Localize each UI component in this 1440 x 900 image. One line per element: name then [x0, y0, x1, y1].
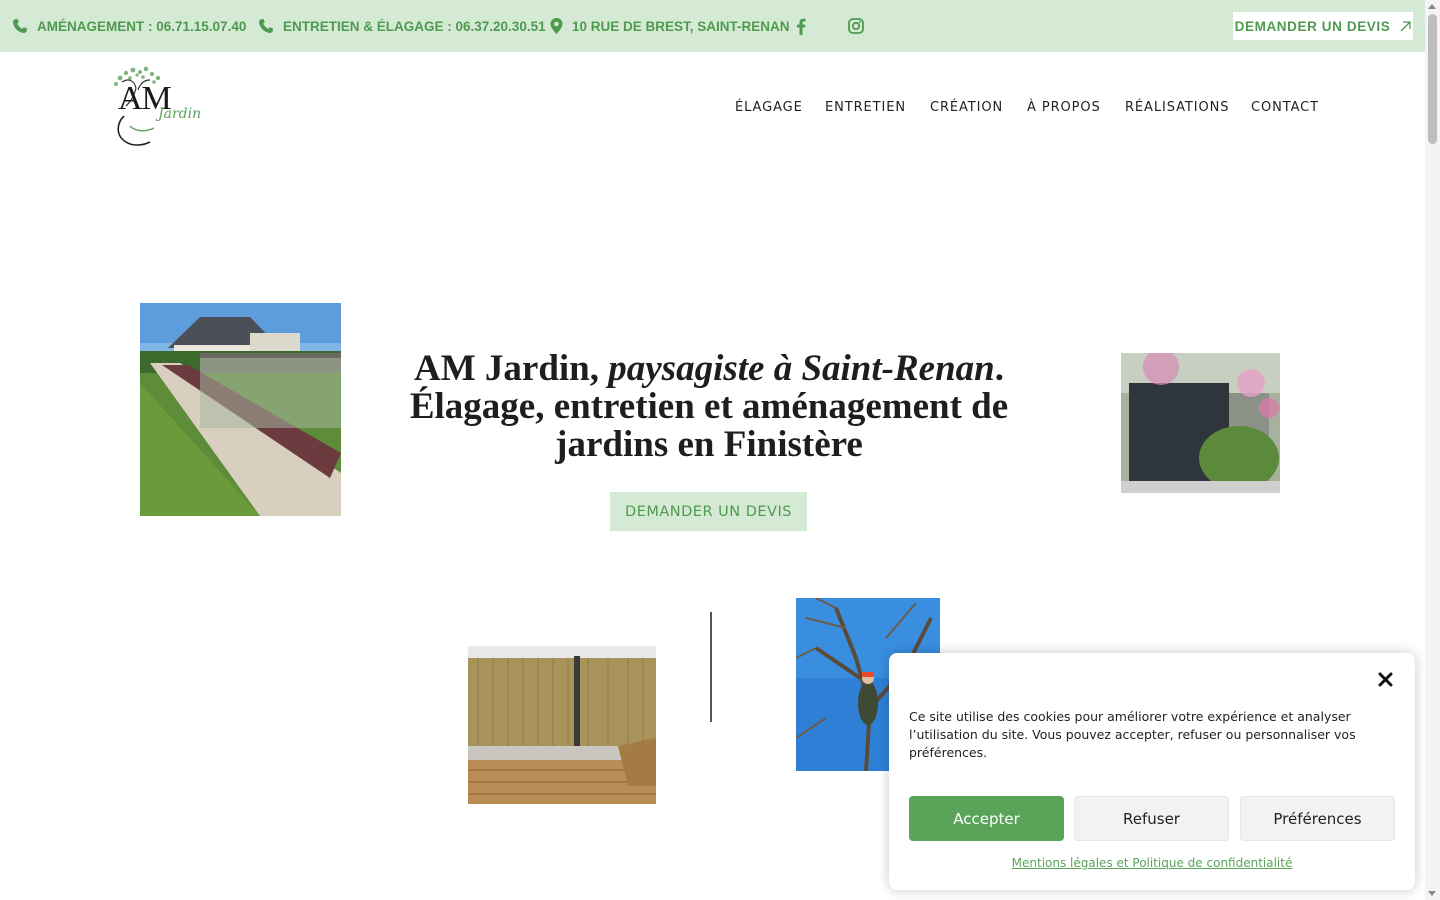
- nav-item-entretien[interactable]: ENTRETIEN: [825, 100, 906, 115]
- topbar-devis-label: DEMANDER UN DEVIS: [1234, 18, 1391, 34]
- phone-icon: [259, 19, 273, 33]
- hero-title-italic: paysagiste à Saint-Renan: [608, 348, 995, 389]
- nav-item-contact[interactable]: CONTACT: [1251, 100, 1319, 115]
- cookie-accept-button[interactable]: Accepter: [909, 796, 1064, 841]
- cookie-message: Ce site utilise des cookies pour amélior…: [909, 709, 1356, 760]
- address-text: 10 RUE DE BREST, SAINT-RENAN: [572, 18, 790, 34]
- phone-entretien-link[interactable]: ENTRETIEN & ÉLAGAGE : 06.37.20.30.51: [258, 0, 546, 52]
- logo-jardin-text: Jardin: [158, 106, 202, 122]
- hero-title-part2: .: [994, 348, 1004, 389]
- phone-amenagement-text: AMÉNAGEMENT : 06.71.15.07.40: [37, 18, 247, 34]
- cookie-refuse-button[interactable]: Refuser: [1074, 796, 1229, 841]
- decorative-divider: [710, 612, 712, 722]
- cookie-consent-banner: Ce site utilise des cookies pour amélior…: [889, 653, 1415, 890]
- scrollbar-thumb[interactable]: [1428, 14, 1437, 144]
- hero-title-part1: AM Jardin,: [414, 348, 609, 389]
- wooden-deck-photo: [468, 646, 656, 804]
- hero-title-line2: Élagage, entretien et aménagement de jar…: [409, 386, 1009, 465]
- page-scrollbar[interactable]: [1425, 0, 1440, 900]
- facebook-icon: [797, 18, 806, 35]
- instagram-icon: [848, 18, 864, 34]
- scroll-up-arrow[interactable]: [1428, 4, 1436, 9]
- nav-item-a-propos[interactable]: À PROPOS: [1027, 100, 1101, 115]
- topbar-devis-button[interactable]: DEMANDER UN DEVIS: [1233, 12, 1413, 40]
- garden-panel-photo: [1121, 353, 1280, 493]
- address-link[interactable]: 10 RUE DE BREST, SAINT-RENAN: [550, 0, 790, 52]
- phone-amenagement-link[interactable]: AMÉNAGEMENT : 06.71.15.07.40: [12, 0, 246, 52]
- nav-item-realisations[interactable]: RÉALISATIONS: [1125, 100, 1229, 115]
- scroll-down-arrow[interactable]: [1428, 891, 1436, 896]
- garden-path-photo: [140, 303, 341, 516]
- hero-devis-label: DEMANDER UN DEVIS: [625, 503, 792, 520]
- close-icon: [1378, 672, 1392, 686]
- phone-entretien-text: ENTRETIEN & ÉLAGAGE : 06.37.20.30.51: [283, 18, 546, 34]
- hero-title: AM Jardin, paysagiste à Saint-Renan. Éla…: [409, 350, 1009, 464]
- cookie-legal-link[interactable]: Mentions légales et Politique de confide…: [889, 856, 1415, 870]
- phone-icon: [13, 19, 27, 33]
- hero-devis-button[interactable]: DEMANDER UN DEVIS: [610, 492, 807, 531]
- instagram-link[interactable]: [846, 16, 866, 36]
- nav-item-creation[interactable]: CRÉATION: [930, 100, 1003, 115]
- cookie-close-button[interactable]: [1374, 668, 1396, 690]
- map-pin-icon: [550, 18, 563, 34]
- top-contact-bar: AMÉNAGEMENT : 06.71.15.07.40 ENTRETIEN &…: [0, 0, 1425, 52]
- nav-item-elagage[interactable]: ÉLAGAGE: [735, 100, 803, 115]
- cookie-preferences-button[interactable]: Préférences: [1240, 796, 1395, 841]
- facebook-link[interactable]: [791, 16, 811, 36]
- site-logo[interactable]: AM Jardin: [110, 66, 206, 152]
- arrow-up-right-icon: [1400, 20, 1412, 31]
